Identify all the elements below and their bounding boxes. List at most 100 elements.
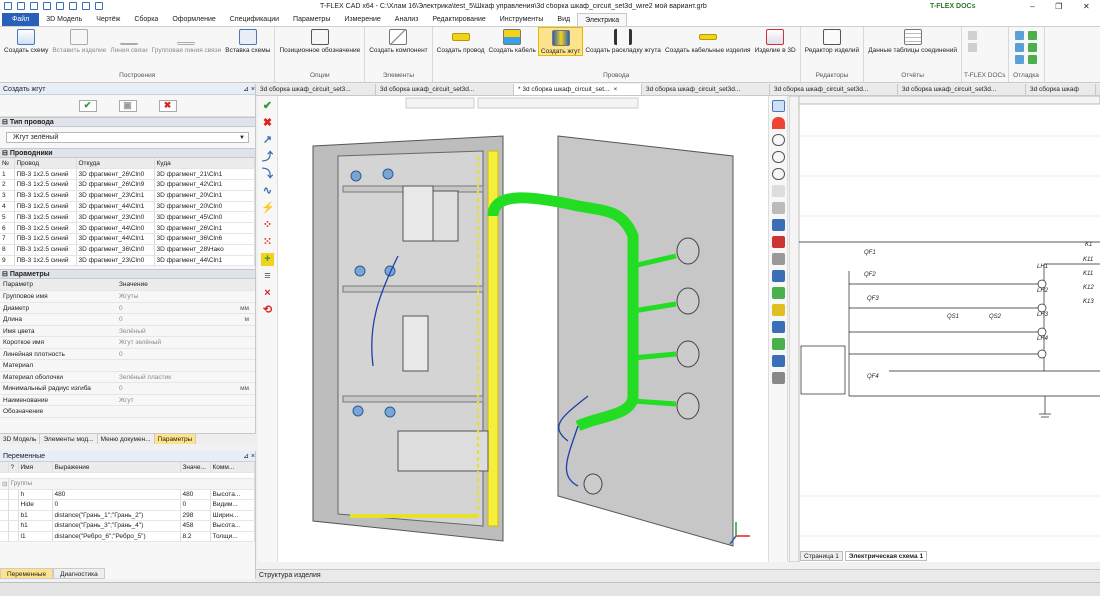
print-icon[interactable] xyxy=(56,2,64,10)
create-wire-button[interactable]: Создать провод xyxy=(435,27,487,54)
parameter-row[interactable]: Длина 0 м xyxy=(0,313,255,326)
confirm-icon[interactable]: ✔ xyxy=(261,100,274,113)
route-tool-icon[interactable]: ∿ xyxy=(261,185,274,198)
tab-document-menu[interactable]: Меню докумен... xyxy=(98,434,155,444)
debug-icon-1[interactable] xyxy=(1014,31,1024,40)
variable-row[interactable]: h 480 480 Высота... xyxy=(0,489,255,500)
view-cube-icon[interactable] xyxy=(771,219,785,231)
path-tool-icon[interactable]: ↗ xyxy=(261,134,274,147)
tab-tools[interactable]: Инструменты xyxy=(493,13,551,26)
doc-tab[interactable]: 3d сборка шкаф_circuit_set3d... xyxy=(898,84,1026,95)
pin-icon[interactable]: ⊿ × xyxy=(243,451,255,461)
cancel-button[interactable]: ✖ xyxy=(158,99,177,112)
tab-drawing[interactable]: Чертёж xyxy=(89,13,127,26)
pin-icon[interactable]: ⊿ × xyxy=(243,84,255,94)
camera-icon[interactable] xyxy=(771,321,785,333)
new-file-icon[interactable] xyxy=(17,2,25,10)
debug-icon-4[interactable] xyxy=(1027,43,1037,52)
parameter-value-cell[interactable]: Зелёный пластик xyxy=(116,371,255,384)
parameter-row[interactable]: Диаметр 0 мм xyxy=(0,302,255,315)
variable-cell[interactable]: 0 xyxy=(52,499,181,511)
tab-variables[interactable]: Переменные xyxy=(0,568,54,579)
parameter-row[interactable]: Минимальный радиус изгиба 0 мм xyxy=(0,382,255,395)
open-file-icon[interactable] xyxy=(30,2,38,10)
item-editor-button[interactable]: Редактор изделий xyxy=(803,27,862,54)
section-parameters[interactable]: ⊟ Параметры xyxy=(0,269,255,280)
table-row[interactable]: 7 ПВ-3 1х2.5 синий 3D фрагмент_44\Cln1 3D ф… xyxy=(0,233,255,245)
tab-view[interactable]: Вид xyxy=(550,13,577,26)
cancel-icon[interactable]: ✖ xyxy=(261,117,274,130)
node-tool-icon[interactable]: ⁘ xyxy=(261,219,274,232)
render-icon[interactable] xyxy=(771,287,785,299)
column-header[interactable]: Значе... xyxy=(180,462,211,473)
light-icon[interactable] xyxy=(771,304,785,316)
branch-tool-icon[interactable]: ⤵ xyxy=(261,168,274,181)
create-component-button[interactable]: Создать компонент xyxy=(367,27,429,54)
parameter-value-cell[interactable]: Жгут зелёный xyxy=(116,336,255,349)
tab-electrics[interactable]: Электрика xyxy=(577,13,628,26)
explode-icon[interactable] xyxy=(771,355,785,367)
nodes-tool-icon[interactable]: ⁙ xyxy=(261,236,274,249)
edit-harness-icon[interactable]: ≡ xyxy=(261,270,274,283)
tab-3d-model[interactable]: 3D Модель xyxy=(39,13,89,26)
parameter-row[interactable]: Короткое имя Жгут зелёный xyxy=(0,336,255,349)
variable-cell[interactable]: distance("Грань_1";"Грань_2") xyxy=(52,510,181,521)
group-link-line-button[interactable]: Групповая линия связи xyxy=(150,27,224,54)
variable-row[interactable]: l1 distance("Ребро_6";"Ребро_5") 8.2 Толщи.… xyxy=(0,531,255,542)
variable-cell[interactable]: distance("Грань_3";"Грань_4") xyxy=(52,520,181,532)
parameter-row[interactable]: Материал xyxy=(0,359,255,372)
table-row[interactable]: 6 ПВ-3 1х2.5 синий 3D фрагмент_44\Cln0 3D ф… xyxy=(0,222,255,235)
column-header[interactable] xyxy=(0,462,9,473)
doc-tab[interactable]: 3d сборка шкаф_circuit_set3d... xyxy=(770,84,898,95)
page-tab[interactable]: Страница 1 xyxy=(800,551,843,561)
column-header[interactable]: Откуда xyxy=(76,158,155,170)
viewport-3d[interactable] xyxy=(278,96,768,562)
parameter-value-cell[interactable]: 0 мм xyxy=(116,382,255,395)
section-conductors[interactable]: ⊟ Проводники xyxy=(0,148,255,158)
column-header[interactable]: Выражение xyxy=(52,462,181,473)
parameter-value-cell[interactable] xyxy=(116,405,255,418)
variable-cell[interactable]: 480 xyxy=(52,489,181,500)
maximize-icon[interactable]: ❐ xyxy=(1055,2,1062,11)
doc-tab[interactable]: 3d сборка шкаф_circuit_set3d... xyxy=(376,84,514,95)
docs-label[interactable]: T-FLEX DOCs xyxy=(930,3,1020,10)
column-header[interactable]: Комм... xyxy=(210,462,255,473)
wire-type-select[interactable]: Жгут зелёный ▼ xyxy=(6,132,249,143)
doc-tab[interactable]: 3d сборка шкаф_circuit_set3d... xyxy=(642,84,770,95)
tab-diagnostics[interactable]: Диагностика xyxy=(53,568,105,579)
tab-assembly[interactable]: Сборка xyxy=(127,13,165,26)
add-harness-icon[interactable]: + xyxy=(261,253,274,266)
variable-row[interactable]: h1 distance("Грань_3";"Грань_4") 458 Высота… xyxy=(0,520,255,532)
table-row[interactable]: 3 ПВ-3 1х2.5 синий 3D фрагмент_23\Cln1 3D ф… xyxy=(0,190,255,202)
table-row[interactable]: 8 ПВ-3 1х2.5 синий 3D фрагмент_36\Cln0 3D ф… xyxy=(0,244,255,256)
layers-icon[interactable] xyxy=(771,338,785,350)
debug-icon-5[interactable] xyxy=(1014,55,1024,64)
position-designation-button[interactable]: Позиционное обозначение xyxy=(277,27,362,54)
parameter-row[interactable]: Наименование Жгут xyxy=(0,394,255,407)
column-header[interactable]: № xyxy=(0,158,15,170)
tab-editing[interactable]: Редактирование xyxy=(425,13,492,26)
ok-button[interactable]: ✔ xyxy=(78,99,97,112)
parameter-value-cell[interactable]: Зелёный xyxy=(116,325,255,338)
table-row[interactable]: 5 ПВ-3 1х2.5 синий 3D фрагмент_23\Cln0 3D ф… xyxy=(0,211,255,224)
tab-parameters[interactable]: Параметры xyxy=(286,13,337,26)
app-menu-icon[interactable] xyxy=(4,2,12,10)
rotate-icon[interactable] xyxy=(771,202,785,214)
reroute-icon[interactable]: ⟲ xyxy=(261,304,274,317)
layout-icon[interactable] xyxy=(771,100,785,112)
tab-model-elements[interactable]: Элементы мод... xyxy=(40,434,98,444)
column-header[interactable]: Имя xyxy=(18,462,53,473)
close-icon[interactable]: × xyxy=(613,84,617,95)
create-cable-items-button[interactable]: Создать кабельные изделия xyxy=(663,27,753,54)
doc-tab[interactable]: 3d сборка шкаф xyxy=(1026,84,1096,95)
parameter-row[interactable]: Обозначение xyxy=(0,405,255,418)
insert-item-button[interactable]: Вставить изделие xyxy=(50,27,108,54)
table-row[interactable]: 9 ПВ-3 1х2.5 синий 3D фрагмент_23\Cln0 3D ф… xyxy=(0,255,255,267)
redo-icon[interactable] xyxy=(82,2,90,10)
variable-row[interactable]: b1 distance("Грань_1";"Грань_2") 298 Ширин.… xyxy=(0,510,255,521)
parameter-value-cell[interactable] xyxy=(116,359,255,372)
column-header[interactable]: Провод xyxy=(14,158,77,170)
segment-tool-icon[interactable]: ⤴ xyxy=(261,151,274,164)
settings-icon[interactable] xyxy=(771,372,785,384)
parameter-value-cell[interactable]: Жгут xyxy=(116,394,255,407)
